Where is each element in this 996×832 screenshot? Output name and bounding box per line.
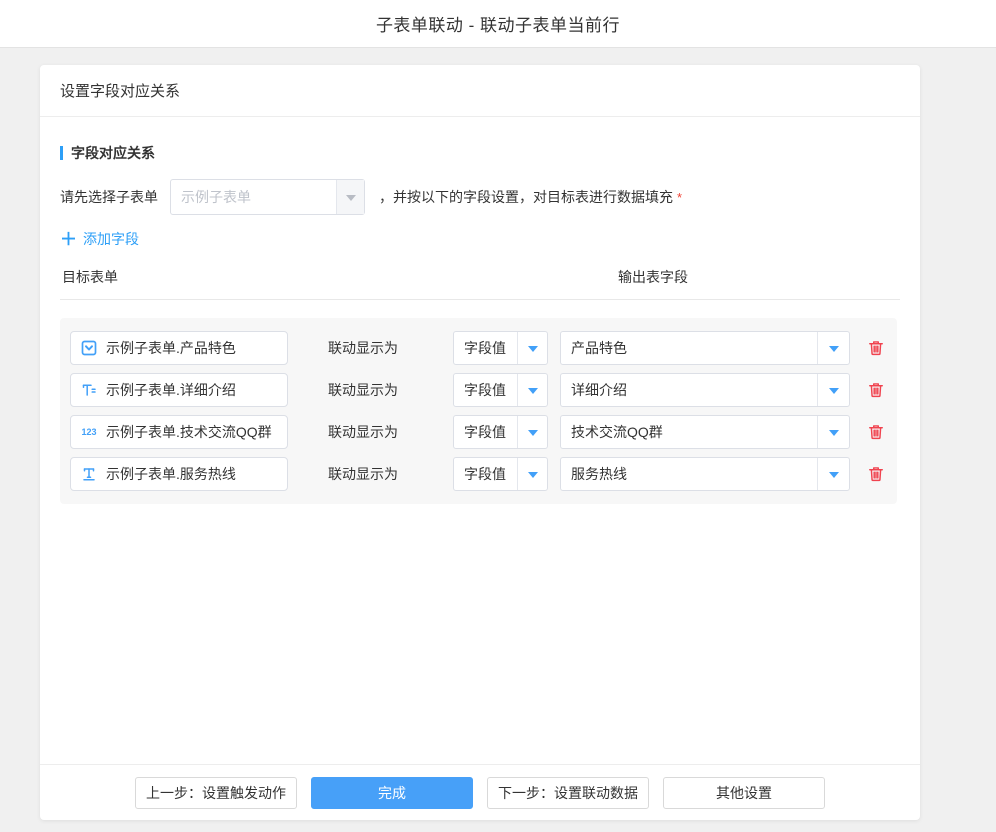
chevron-down-icon [346,195,356,201]
mode-select-value: 字段值 [454,416,517,448]
mode-select-value: 字段值 [454,458,517,490]
settings-card: 设置字段对应关系 字段对应关系 请先选择子表单 示例子表单 ，并按以下的字段设置… [40,65,920,820]
target-field-box[interactable]: 示例子表单.产品特色 [70,331,288,365]
subform-chooser-line: 请先选择子表单 示例子表单 ，并按以下的字段设置，对目标表进行数据填充 * [60,179,900,215]
output-field-value: 技术交流QQ群 [561,416,817,448]
subform-select-label: 请先选择子表单 [60,187,158,207]
dropdown-field-icon [81,340,97,356]
subform-select-arrow [336,180,364,214]
output-field-value: 服务热线 [561,458,817,490]
plus-icon: ＋ [60,231,77,248]
output-select-arrow [817,416,849,448]
output-select-arrow [817,374,849,406]
output-field-select[interactable]: 详细介绍 [560,373,850,407]
chevron-down-icon [528,388,538,394]
textarea-field-icon [81,382,97,398]
mode-select[interactable]: 字段值 [453,415,548,449]
delete-row-button[interactable] [865,463,887,485]
output-field-select[interactable]: 产品特色 [560,331,850,365]
delete-row-button[interactable] [865,379,887,401]
field-mapping-row: 示例子表单.详细介绍 联动显示为 字段值 详细介绍 [70,373,897,407]
chevron-down-icon [829,430,839,436]
output-field-value: 产品特色 [561,332,817,364]
card-body: 字段对应关系 请先选择子表单 示例子表单 ，并按以下的字段设置，对目标表进行数据… [40,117,920,764]
number-field-icon: 123 [81,424,97,440]
trash-icon [867,465,885,483]
target-field-box[interactable]: 123 示例子表单.技术交流QQ群 [70,415,288,449]
relation-label: 联动显示为 [328,422,398,442]
done-button[interactable]: 完成 [311,777,473,809]
relation-label: 联动显示为 [328,464,398,484]
field-mapping-row: 示例子表单.服务热线 联动显示为 字段值 服务热线 [70,457,897,491]
target-field-box[interactable]: 示例子表单.详细介绍 [70,373,288,407]
mode-select-arrow [517,374,547,406]
output-field-value: 详细介绍 [561,374,817,406]
chevron-down-icon [528,430,538,436]
mode-select-arrow [517,416,547,448]
mode-select-arrow [517,458,547,490]
chevron-down-icon [829,388,839,394]
other-settings-button[interactable]: 其他设置 [663,777,825,809]
mode-select[interactable]: 字段值 [453,373,548,407]
relation-label: 联动显示为 [328,338,398,358]
delete-row-button[interactable] [865,337,887,359]
section-title: 字段对应关系 [71,143,155,163]
field-mapping-row: 123 示例子表单.技术交流QQ群 联动显示为 字段值 技术交流QQ群 [70,415,897,449]
page-title: 子表单联动 - 联动子表单当前行 [376,11,620,36]
section-accent-bar [60,146,63,160]
delete-row-button[interactable] [865,421,887,443]
trash-icon [867,381,885,399]
header-divider [60,299,900,300]
column-header-target: 目标表单 [62,267,118,287]
mode-select[interactable]: 字段值 [453,331,548,365]
target-field-box[interactable]: 示例子表单.服务热线 [70,457,288,491]
column-headers: 目标表单 输出表字段 [60,267,900,289]
output-field-select[interactable]: 技术交流QQ群 [560,415,850,449]
target-field-label: 示例子表单.详细介绍 [106,380,236,400]
mode-select-arrow [517,332,547,364]
required-asterisk: * [677,190,682,205]
section-title-row: 字段对应关系 [60,143,900,163]
column-header-output: 输出表字段 [618,267,688,287]
output-select-arrow [817,458,849,490]
prev-step-button[interactable]: 上一步：设置触发动作 [135,777,297,809]
chevron-down-icon [829,472,839,478]
trash-icon [867,339,885,357]
trash-icon [867,423,885,441]
chevron-down-icon [528,346,538,352]
relation-label: 联动显示为 [328,380,398,400]
next-step-button[interactable]: 下一步：设置联动数据 [487,777,649,809]
target-field-label: 示例子表单.技术交流QQ群 [106,422,272,442]
mode-select-value: 字段值 [454,332,517,364]
card-header: 设置字段对应关系 [40,65,920,117]
target-field-label: 示例子表单.产品特色 [106,338,236,358]
field-mapping-row: 示例子表单.产品特色 联动显示为 字段值 产品特色 [70,331,897,365]
mode-select[interactable]: 字段值 [453,457,548,491]
top-bar: 子表单联动 - 联动子表单当前行 [0,0,996,48]
add-field-label: 添加字段 [83,229,139,249]
subform-select-value: 示例子表单 [171,180,336,214]
text-field-icon [81,466,97,482]
output-select-arrow [817,332,849,364]
chevron-down-icon [528,472,538,478]
add-field-button[interactable]: ＋ 添加字段 [60,229,139,249]
field-mapping-panel: 示例子表单.产品特色 联动显示为 字段值 产品特色 [60,318,897,504]
subform-select[interactable]: 示例子表单 [170,179,365,215]
mode-select-value: 字段值 [454,374,517,406]
card-title: 设置字段对应关系 [60,80,180,101]
chevron-down-icon [829,346,839,352]
card-footer: 上一步：设置触发动作 完成 下一步：设置联动数据 其他设置 [40,764,920,820]
output-field-select[interactable]: 服务热线 [560,457,850,491]
target-field-label: 示例子表单.服务热线 [106,464,236,484]
chooser-description: ，并按以下的字段设置，对目标表进行数据填充 [379,187,673,207]
